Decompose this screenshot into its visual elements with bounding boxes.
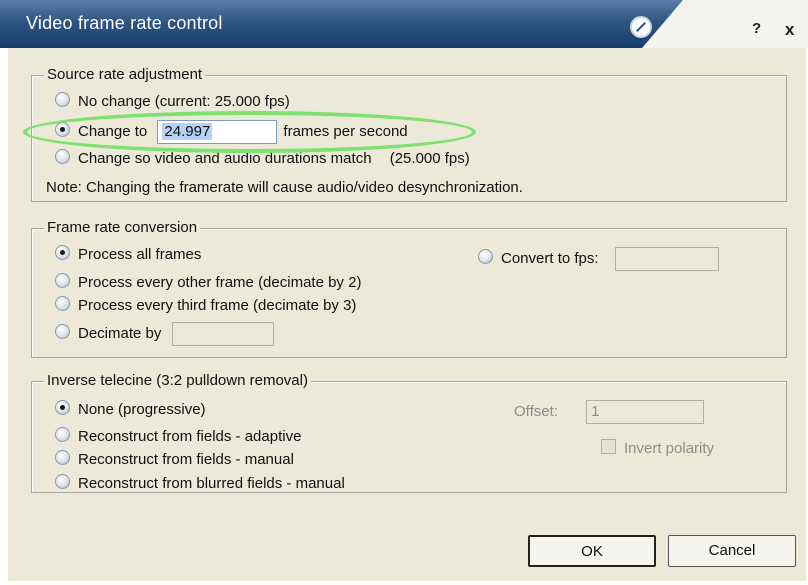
window-title: Video frame rate control [26,13,223,33]
radio-match-durations-button[interactable] [55,149,70,164]
radio-fields-manual-label: Reconstruct from fields - manual [78,451,294,468]
offset-label: Offset: [514,402,558,420]
close-button[interactable]: x [785,20,794,40]
radio-process-all-label: Process all frames [78,246,202,263]
source-rate-group-title: Source rate adjustment [44,66,206,83]
title-bar[interactable]: Video frame rate control ? x [0,0,808,48]
radio-every-third[interactable]: Process every third frame (decimate by 3… [55,296,356,316]
radio-fields-adaptive[interactable]: Reconstruct from fields - adaptive [55,427,301,447]
convert-fps-input[interactable] [614,247,719,271]
invert-polarity-label: Invert polarity [624,440,715,457]
inverse-telecine-group-title: Inverse telecine (3:2 pulldown removal) [44,372,311,389]
radio-fields-manual-button[interactable] [55,450,70,465]
radio-process-all[interactable]: Process all frames [55,245,201,265]
radio-no-change-label: No change (current: 25.000 fps) [78,93,290,110]
frame-rate-conversion-group-title: Frame rate conversion [44,219,201,236]
radio-no-change-button[interactable] [55,92,70,107]
app-logo-icon [630,16,652,38]
radio-no-change[interactable]: No change (current: 25.000 fps) [55,92,290,112]
radio-every-other-label: Process every other frame (decimate by 2… [78,274,362,291]
invert-polarity-checkbox[interactable] [601,439,616,454]
invert-polarity-row[interactable]: Invert polarity [601,439,714,459]
cancel-button[interactable]: Cancel [668,535,796,567]
help-button[interactable]: ? [752,20,761,37]
ok-button[interactable]: OK [528,535,656,567]
radio-blurred-fields-button[interactable] [55,474,70,489]
radio-every-other-button[interactable] [55,273,70,288]
radio-decimate-by[interactable]: Decimate by [55,322,274,346]
radio-every-other[interactable]: Process every other frame (decimate by 2… [55,273,361,293]
radio-none-progressive-label: None (progressive) [78,401,206,418]
radio-fields-adaptive-button[interactable] [55,427,70,442]
radio-blurred-fields-label: Reconstruct from blurred fields - manual [78,475,345,492]
highlight-annotation [23,111,476,153]
radio-convert-fps-label: Convert to fps: [501,249,599,267]
radio-convert-fps[interactable]: Convert to fps: [478,247,719,271]
radio-every-third-button[interactable] [55,296,70,311]
radio-fields-adaptive-label: Reconstruct from fields - adaptive [78,428,302,445]
offset-input[interactable]: 1 [586,400,705,424]
radio-none-progressive-button[interactable] [55,400,70,415]
radio-process-all-button[interactable] [55,245,70,260]
radio-fields-manual[interactable]: Reconstruct from fields - manual [55,450,294,470]
radio-blurred-fields[interactable]: Reconstruct from blurred fields - manual [55,474,345,494]
radio-decimate-by-label: Decimate by [78,324,162,342]
radio-none-progressive[interactable]: None (progressive) [55,400,206,420]
decimate-input[interactable] [171,322,274,346]
radio-convert-fps-button[interactable] [478,248,493,264]
radio-decimate-by-button[interactable] [55,323,70,339]
radio-every-third-label: Process every third frame (decimate by 3… [78,297,357,314]
desync-note: Note: Changing the framerate will cause … [46,179,523,196]
offset-row: Offset: 1 [514,400,705,424]
match-fps-value: (25.000 fps) [389,150,470,167]
